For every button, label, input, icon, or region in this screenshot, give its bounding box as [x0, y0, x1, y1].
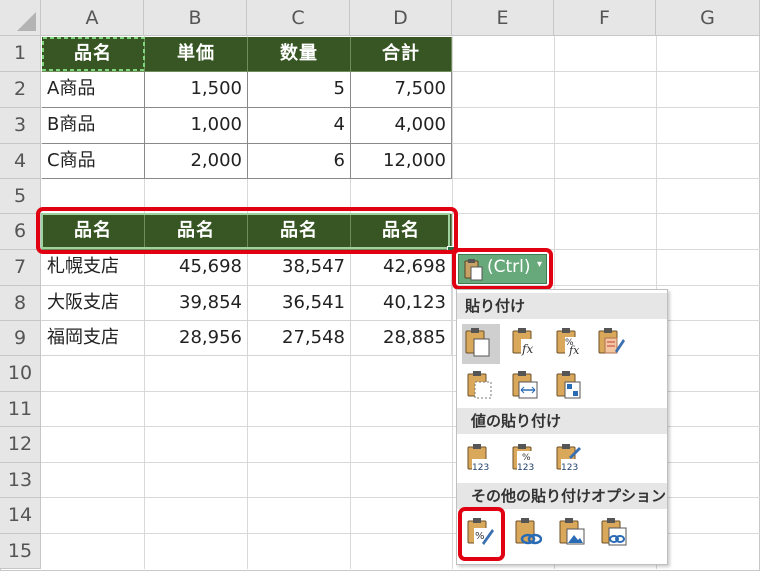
cell-a1[interactable]: 品名 [42, 37, 145, 72]
paste-picture-icon[interactable] [558, 517, 586, 547]
column-header-d[interactable]: D [350, 0, 452, 36]
row-header-11[interactable]: 11 [0, 392, 41, 427]
row-header-8[interactable]: 8 [0, 286, 41, 321]
column-header-a[interactable]: A [41, 0, 144, 36]
cell-d3[interactable]: 4,000 [351, 108, 452, 144]
cell-b7[interactable]: 45,698 [145, 250, 248, 286]
row-header-14[interactable]: 14 [0, 498, 41, 534]
section-header-paste: 貼り付け [457, 293, 667, 319]
cell-c7[interactable]: 38,547 [248, 250, 351, 286]
cell-c8[interactable]: 36,541 [248, 286, 351, 321]
paste-keep-source-formatting-icon[interactable] [597, 327, 625, 357]
row-header-3[interactable]: 3 [0, 108, 41, 144]
cell-c9[interactable]: 27,548 [248, 321, 351, 356]
paste-transpose-icon[interactable] [555, 370, 583, 400]
section-header-other: その他の貼り付けオプション [457, 483, 667, 509]
cell-c1[interactable]: 数量 [248, 37, 351, 72]
cell-d2[interactable]: 7,500 [351, 72, 452, 108]
row-header-7[interactable]: 7 [0, 250, 41, 286]
cell-b8[interactable]: 39,854 [145, 286, 248, 321]
paste-no-borders-icon[interactable] [466, 370, 494, 400]
cell-c3[interactable]: 4 [248, 108, 351, 144]
row-header-15[interactable]: 15 [0, 534, 41, 569]
paste-formulas-number-format-icon[interactable]: %fx [555, 327, 583, 357]
cell-d8[interactable]: 40,123 [351, 286, 452, 321]
cell-d4[interactable]: 12,000 [351, 144, 452, 179]
paste-values-number-format-icon[interactable]: %123 [511, 443, 539, 473]
cell-d9[interactable]: 28,885 [351, 321, 452, 356]
column-header-e[interactable]: E [452, 0, 554, 36]
row-header-2[interactable]: 2 [0, 72, 41, 108]
highlight-row6 [36, 207, 458, 254]
cell-a2[interactable]: A商品 [42, 72, 145, 108]
cell-a4[interactable]: C商品 [42, 144, 145, 179]
paste-icon[interactable] [464, 327, 492, 357]
value-123-text: 123 [472, 463, 489, 473]
fx-text: fx [568, 344, 580, 357]
cell-a9[interactable]: 福岡支店 [42, 321, 145, 356]
cell-b9[interactable]: 28,956 [145, 321, 248, 356]
cell-d7[interactable]: 42,698 [351, 250, 452, 286]
paste-values-source-formatting-icon[interactable]: 123 [555, 443, 583, 473]
row-header-10[interactable]: 10 [0, 356, 41, 392]
cell-a3[interactable]: B商品 [42, 108, 145, 144]
row-header-4[interactable]: 4 [0, 144, 41, 179]
column-header-c[interactable]: C [247, 0, 350, 36]
row-header-9[interactable]: 9 [0, 321, 41, 356]
paste-link-icon[interactable] [514, 517, 542, 547]
paste-values-icon[interactable]: 123 [466, 443, 494, 473]
cell-c4[interactable]: 6 [248, 144, 351, 179]
row-header-12[interactable]: 12 [0, 427, 41, 463]
paste-keep-column-widths-icon[interactable] [511, 370, 539, 400]
value-123-text: 123 [517, 463, 534, 473]
cell-c2[interactable]: 5 [248, 72, 351, 108]
fx-text: fx [521, 342, 533, 356]
row-header-1[interactable]: 1 [0, 36, 41, 72]
column-header-g[interactable]: G [656, 0, 760, 36]
pct-text: % [522, 453, 531, 463]
row-header-5[interactable]: 5 [0, 179, 41, 214]
cell-a8[interactable]: 大阪支店 [42, 286, 145, 321]
section-header-values: 値の貼り付け [457, 408, 667, 434]
select-all-corner[interactable] [0, 0, 41, 36]
paste-formulas-icon[interactable]: fx [511, 327, 539, 357]
value-123-text: 123 [561, 463, 578, 473]
column-header-b[interactable]: B [144, 0, 247, 36]
cell-b1[interactable]: 単価 [145, 37, 248, 72]
highlight-paste-button [452, 248, 553, 290]
cell-a7[interactable]: 札幌支店 [42, 250, 145, 286]
row-header-13[interactable]: 13 [0, 463, 41, 498]
paste-linked-picture-icon[interactable] [600, 517, 628, 547]
cell-b4[interactable]: 2,000 [145, 144, 248, 179]
highlight-formatting-option [458, 507, 505, 561]
cell-b3[interactable]: 1,000 [145, 108, 248, 144]
column-header-f[interactable]: F [554, 0, 656, 36]
cell-b2[interactable]: 1,500 [145, 72, 248, 108]
row-header-6[interactable]: 6 [0, 214, 41, 250]
cell-d1[interactable]: 合計 [351, 37, 452, 72]
